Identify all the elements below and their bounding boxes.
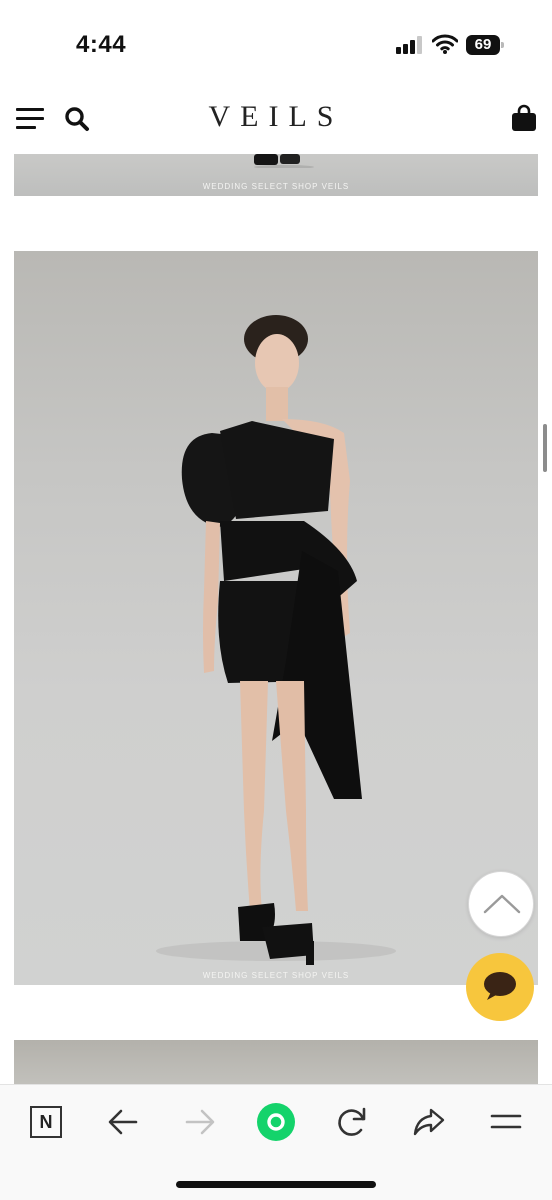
n-logo-icon: N [30, 1106, 62, 1138]
page: 4:44 69 VEILS WEDDING SELECT SHOP VEILS … [0, 0, 552, 1200]
back-arrow-icon[interactable] [103, 1102, 143, 1142]
chat-button[interactable] [466, 953, 534, 1021]
status-bar: 4:44 69 [0, 0, 552, 80]
status-time: 4:44 [76, 31, 127, 58]
scrollbar[interactable] [543, 424, 547, 472]
browser-toolbar: N [0, 1084, 552, 1200]
product-photo-partial-bottom[interactable] [14, 1040, 538, 1086]
battery-icon: 69 [466, 35, 504, 55]
watermark-text: WEDDING SELECT SHOP VEILS [202, 971, 350, 980]
model-in-black-dress-illustration [156, 315, 396, 965]
battery-level: 69 [474, 36, 492, 53]
chevron-up-icon [483, 894, 521, 914]
forward-arrow-icon[interactable] [180, 1102, 220, 1142]
cellular-signal-icon [396, 36, 424, 54]
n-logo-button[interactable]: N [26, 1102, 66, 1142]
product-photo-main[interactable]: WEDDING SELECT SHOP VEILS [14, 251, 538, 985]
n-logo-letter: N [39, 1112, 53, 1132]
menu-icon[interactable] [486, 1102, 526, 1142]
site-header: VEILS [0, 80, 552, 154]
share-icon[interactable] [409, 1102, 449, 1142]
menu-icon[interactable] [16, 108, 44, 130]
watermark-text: WEDDING SELECT SHOP VEILS [202, 182, 350, 191]
shopping-bag-icon[interactable] [511, 104, 537, 132]
home-circle-icon[interactable] [256, 1102, 296, 1142]
search-icon[interactable] [64, 106, 90, 132]
home-indicator[interactable] [176, 1181, 376, 1188]
chat-bubble-icon [484, 972, 516, 1000]
product-photo-partial-top[interactable]: WEDDING SELECT SHOP VEILS [14, 154, 538, 196]
wifi-icon [432, 34, 458, 54]
reload-icon[interactable] [332, 1102, 372, 1142]
brand-logo[interactable]: VEILS [176, 100, 376, 134]
scroll-to-top-button[interactable] [468, 871, 534, 937]
shoe-silhouette [254, 154, 314, 168]
